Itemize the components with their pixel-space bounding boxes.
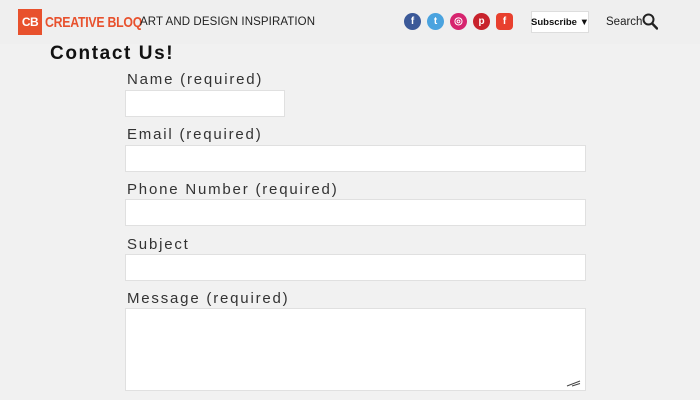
- logo-badge: CB: [18, 9, 42, 35]
- message-textarea[interactable]: [125, 308, 586, 391]
- search-icon[interactable]: [642, 13, 658, 30]
- flipboard-icon[interactable]: f: [496, 13, 513, 30]
- name-label: Name (required): [127, 71, 264, 88]
- search-label[interactable]: Search: [606, 16, 642, 28]
- resize-handle-icon[interactable]: [565, 379, 581, 387]
- subscribe-button[interactable]: Subscribe ▼: [531, 11, 589, 33]
- email-label: Email (required): [127, 126, 263, 143]
- site-tagline: ART AND DESIGN INSPIRATION: [140, 16, 316, 28]
- instagram-icon[interactable]: ◎: [450, 13, 467, 30]
- message-label: Message (required): [127, 290, 290, 307]
- name-field[interactable]: [125, 90, 285, 117]
- email-field[interactable]: [125, 145, 586, 172]
- subject-label: Subject: [127, 236, 190, 253]
- logo-wordmark: CREATIVE BLOQ: [45, 13, 143, 31]
- page-title: Contact Us!: [50, 43, 175, 64]
- pinterest-icon[interactable]: p: [473, 13, 490, 30]
- twitter-icon[interactable]: t: [427, 13, 444, 30]
- site-header: CB CREATIVE BLOQ ART AND DESIGN INSPIRAT…: [0, 0, 700, 44]
- phone-label: Phone Number (required): [127, 181, 339, 198]
- phone-field[interactable]: [125, 199, 586, 226]
- facebook-icon[interactable]: f: [404, 13, 421, 30]
- subject-field[interactable]: [125, 254, 586, 281]
